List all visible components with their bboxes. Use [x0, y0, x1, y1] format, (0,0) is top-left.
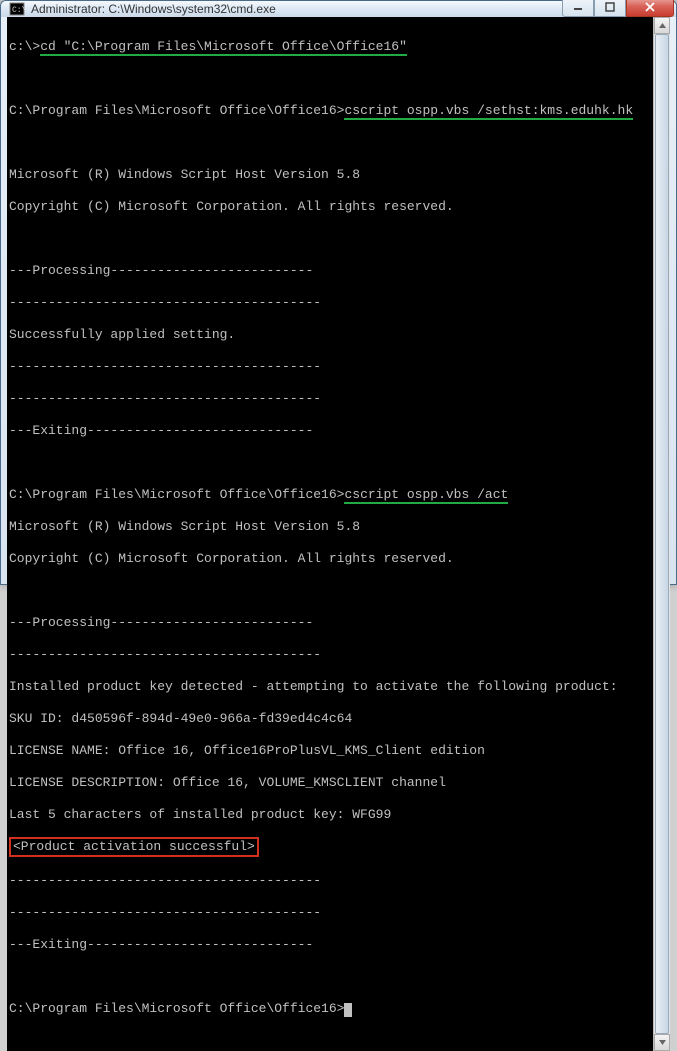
window-title: Administrator: C:\Windows\system32\cmd.e… — [31, 2, 562, 16]
output-line: ---------------------------------------- — [9, 905, 651, 921]
output-line: Copyright (C) Microsoft Corporation. All… — [9, 551, 651, 567]
scroll-down-button[interactable] — [654, 1034, 670, 1051]
output-line: ---Exiting----------------------------- — [9, 423, 651, 439]
output-line: Installed product key detected - attempt… — [9, 679, 651, 695]
window-controls — [562, 0, 674, 17]
close-button[interactable] — [626, 0, 674, 17]
prompt-text: C:\Program Files\Microsoft Office\Office… — [9, 1001, 344, 1016]
cmd-input: cd "C:\Program Files\Microsoft Office\Of… — [40, 39, 407, 56]
activation-success-highlight: <Product activation successful> — [9, 837, 259, 857]
scroll-up-button[interactable] — [654, 17, 670, 34]
output-line: Copyright (C) Microsoft Corporation. All… — [9, 199, 651, 215]
output-line: LICENSE NAME: Office 16, Office16ProPlus… — [9, 743, 651, 759]
scrollbar-thumb[interactable] — [655, 34, 669, 1034]
titlebar[interactable]: C:\ Administrator: C:\Windows\system32\c… — [1, 1, 676, 17]
terminal-container: c:\>cd "C:\Program Files\Microsoft Offic… — [7, 17, 670, 1051]
cmd-input: cscript ospp.vbs /sethst:kms.eduhk.hk — [344, 103, 633, 120]
output-line: ---Exiting----------------------------- — [9, 937, 651, 953]
output-line: ---------------------------------------- — [9, 295, 651, 311]
minimize-icon — [573, 2, 583, 12]
maximize-icon — [605, 2, 615, 12]
close-icon — [644, 2, 656, 12]
output-line: Microsoft (R) Windows Script Host Versio… — [9, 519, 651, 535]
output-line: ---------------------------------------- — [9, 391, 651, 407]
output-line: Last 5 characters of installed product k… — [9, 807, 651, 823]
prompt-text: c:\> — [9, 39, 40, 54]
output-line: Microsoft (R) Windows Script Host Versio… — [9, 167, 651, 183]
output-line: LICENSE DESCRIPTION: Office 16, VOLUME_K… — [9, 775, 651, 791]
prompt-text: C:\Program Files\Microsoft Office\Office… — [9, 487, 344, 502]
maximize-button[interactable] — [594, 0, 626, 17]
cmd-window: C:\ Administrator: C:\Windows\system32\c… — [0, 0, 677, 585]
chevron-down-icon — [659, 1040, 666, 1045]
svg-text:C:\: C:\ — [12, 6, 25, 15]
terminal[interactable]: c:\>cd "C:\Program Files\Microsoft Offic… — [7, 17, 653, 1051]
cmd-input: cscript ospp.vbs /act — [344, 487, 508, 504]
prompt-text: C:\Program Files\Microsoft Office\Office… — [9, 103, 344, 118]
minimize-button[interactable] — [562, 0, 594, 17]
scrollbar-track[interactable] — [654, 34, 670, 1034]
chevron-up-icon — [659, 23, 666, 28]
output-line: ---------------------------------------- — [9, 647, 651, 663]
output-line: Successfully applied setting. — [9, 327, 651, 343]
cursor — [344, 1003, 352, 1017]
output-line: ---Processing-------------------------- — [9, 615, 651, 631]
output-line: ---------------------------------------- — [9, 359, 651, 375]
scrollbar[interactable] — [653, 17, 670, 1051]
output-line: ---------------------------------------- — [9, 873, 651, 889]
output-line: ---Processing-------------------------- — [9, 263, 651, 279]
output-line: SKU ID: d450596f-894d-49e0-966a-fd39ed4c… — [9, 711, 651, 727]
cmd-icon: C:\ — [9, 1, 25, 17]
